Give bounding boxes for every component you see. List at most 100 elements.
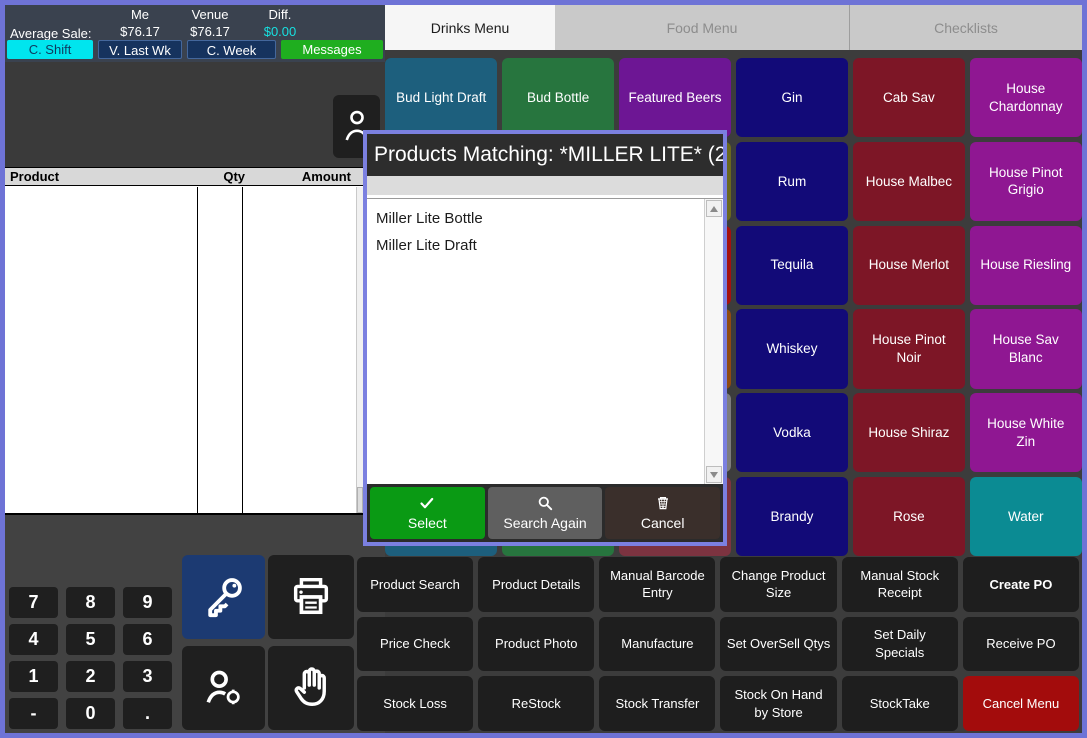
column-divider <box>242 187 243 513</box>
drink-button-brandy[interactable]: Brandy <box>736 477 848 556</box>
action-button-create-po[interactable]: Create PO <box>963 557 1079 612</box>
menu-tabs: Drinks MenuFood MenuChecklists <box>385 5 1082 50</box>
tab-food-menu[interactable]: Food Menu <box>555 5 850 50</box>
drink-button-cab-sav[interactable]: Cab Sav <box>853 58 965 137</box>
drink-button-house-white-zin[interactable]: House White Zin <box>970 393 1082 472</box>
drink-button-bud-light-draft[interactable]: Bud Light Draft <box>385 58 497 137</box>
drink-button-house-merlot[interactable]: House Merlot <box>853 226 965 305</box>
check-icon <box>419 495 435 511</box>
drink-button-bud-bottle[interactable]: Bud Bottle <box>502 58 614 137</box>
action-button-receive-po[interactable]: Receive PO <box>963 617 1079 672</box>
action-button-product-photo[interactable]: Product Photo <box>478 617 594 672</box>
numpad-key-6[interactable]: 6 <box>123 624 172 655</box>
numpad-key-2[interactable]: 2 <box>66 661 115 692</box>
drink-button-vodka[interactable]: Vodka <box>736 393 848 472</box>
action-button-stocktake[interactable]: StockTake <box>842 676 958 731</box>
scroll-down-button[interactable] <box>706 466 722 483</box>
action-button-manufacture[interactable]: Manufacture <box>599 617 715 672</box>
icon-buttons <box>182 555 354 731</box>
stats-header-row: Me Venue Diff. <box>105 7 317 22</box>
hand-icon <box>288 664 334 713</box>
drink-button-tequila[interactable]: Tequila <box>736 226 848 305</box>
numpad-key-1[interactable]: 1 <box>9 661 58 692</box>
action-button-manual-stock-receipt[interactable]: Manual Stock Receipt <box>842 557 958 612</box>
stock-action-grid: Product SearchProduct DetailsManual Barc… <box>357 557 1079 731</box>
select-label: Select <box>408 515 447 531</box>
drink-button-house-shiraz[interactable]: House Shiraz <box>853 393 965 472</box>
cancel-button[interactable]: Cancel <box>605 487 720 539</box>
numpad-key-4[interactable]: 4 <box>9 624 58 655</box>
search-result-miller-lite-draft[interactable]: Miller Lite Draft <box>367 232 723 259</box>
search-result-miller-lite-bottle[interactable]: Miller Lite Bottle <box>367 205 723 232</box>
user-settings-icon <box>201 664 247 713</box>
average-sale-label: Average Sale: <box>10 26 91 41</box>
customer-settings-button[interactable] <box>182 646 265 730</box>
printer-icon <box>288 573 334 622</box>
numpad-key-9[interactable]: 9 <box>123 587 172 618</box>
search-results-list: Miller Lite BottleMiller Lite Draft <box>367 198 723 484</box>
drink-button-house-pinot-noir[interactable]: House Pinot Noir <box>853 309 965 388</box>
products-matching-dialog: Products Matching: *MILLER LITE* (2 Ma M… <box>363 130 727 546</box>
drink-button-whiskey[interactable]: Whiskey <box>736 309 848 388</box>
column-divider <box>197 187 198 513</box>
drink-button-rose[interactable]: Rose <box>853 477 965 556</box>
manager-key-button[interactable] <box>182 555 265 639</box>
search-again-label: Search Again <box>503 515 586 531</box>
action-button-change-product-size[interactable]: Change Product Size <box>720 557 836 612</box>
search-again-button[interactable]: Search Again <box>488 487 603 539</box>
c-shift-button[interactable]: C. Shift <box>7 40 93 59</box>
results-scrollbar[interactable] <box>704 199 723 484</box>
numpad-key-minus[interactable]: - <box>9 698 58 729</box>
drink-button-house-malbec[interactable]: House Malbec <box>853 142 965 221</box>
drink-button-rum[interactable]: Rum <box>736 142 848 221</box>
dialog-subheader <box>367 176 723 198</box>
keypad-panel: 789 456 123 -0. <box>5 515 385 733</box>
v-last-wk-button[interactable]: V. Last Wk <box>98 40 182 59</box>
numpad-key-3[interactable]: 3 <box>123 661 172 692</box>
action-button-restock[interactable]: ReStock <box>478 676 594 731</box>
action-button-stock-loss[interactable]: Stock Loss <box>357 676 473 731</box>
action-button-manual-barcode-entry[interactable]: Manual Barcode Entry <box>599 557 715 612</box>
tab-drinks-menu[interactable]: Drinks Menu <box>385 5 555 50</box>
dialog-title: Products Matching: *MILLER LITE* (2 Ma <box>367 134 723 176</box>
numpad-key-dot[interactable]: . <box>123 698 172 729</box>
col-header-qty: Qty <box>206 168 251 185</box>
drink-button-house-pinot-grigio[interactable]: House Pinot Grigio <box>970 142 1082 221</box>
stats-panel: Me Venue Diff. Average Sale: $76.17 $76.… <box>5 5 385 62</box>
action-button-product-details[interactable]: Product Details <box>478 557 594 612</box>
action-button-cancel-menu[interactable]: Cancel Menu <box>963 676 1079 731</box>
table-scrollbar[interactable] <box>356 187 363 513</box>
triangle-up-icon <box>710 206 718 212</box>
drink-button-house-riesling[interactable]: House Riesling <box>970 226 1082 305</box>
action-button-price-check[interactable]: Price Check <box>357 617 473 672</box>
action-button-stock-on-hand-by-store[interactable]: Stock On Hand by Store <box>720 676 836 731</box>
order-panel: Product Qty Amount <box>5 62 385 515</box>
action-button-set-oversell-qtys[interactable]: Set OverSell Qtys <box>720 617 836 672</box>
stats-values-row: $76.17 $76.17 $0.00 <box>105 24 317 39</box>
c-week-button[interactable]: C. Week <box>187 40 276 59</box>
drink-button-gin[interactable]: Gin <box>736 58 848 137</box>
tab-checklists[interactable]: Checklists <box>850 5 1082 50</box>
numpad: 789 456 123 -0. <box>9 587 179 729</box>
numpad-key-5[interactable]: 5 <box>66 624 115 655</box>
drink-button-water[interactable]: Water <box>970 477 1082 556</box>
drink-button-house-chardonnay[interactable]: House Chardonnay <box>970 58 1082 137</box>
hold-button[interactable] <box>268 646 354 730</box>
print-button[interactable] <box>268 555 354 639</box>
scroll-up-button[interactable] <box>706 200 722 217</box>
action-button-stock-transfer[interactable]: Stock Transfer <box>599 676 715 731</box>
drink-button-house-sav-blanc[interactable]: House Sav Blanc <box>970 309 1082 388</box>
numpad-key-0[interactable]: 0 <box>66 698 115 729</box>
select-button[interactable]: Select <box>370 487 485 539</box>
average-sale-diff: $0.00 <box>245 24 315 39</box>
messages-button[interactable]: Messages <box>281 40 383 59</box>
numpad-key-8[interactable]: 8 <box>66 587 115 618</box>
triangle-down-icon <box>710 472 718 478</box>
action-button-product-search[interactable]: Product Search <box>357 557 473 612</box>
col-header-amount: Amount <box>251 168 363 185</box>
drink-button-featured-beers[interactable]: Featured Beers <box>619 58 731 137</box>
search-icon <box>537 495 553 511</box>
numpad-key-7[interactable]: 7 <box>9 587 58 618</box>
action-button-set-daily-specials[interactable]: Set Daily Specials <box>842 617 958 672</box>
stats-buttons-row: C. Shift V. Last Wk C. Week Messages <box>7 40 383 59</box>
